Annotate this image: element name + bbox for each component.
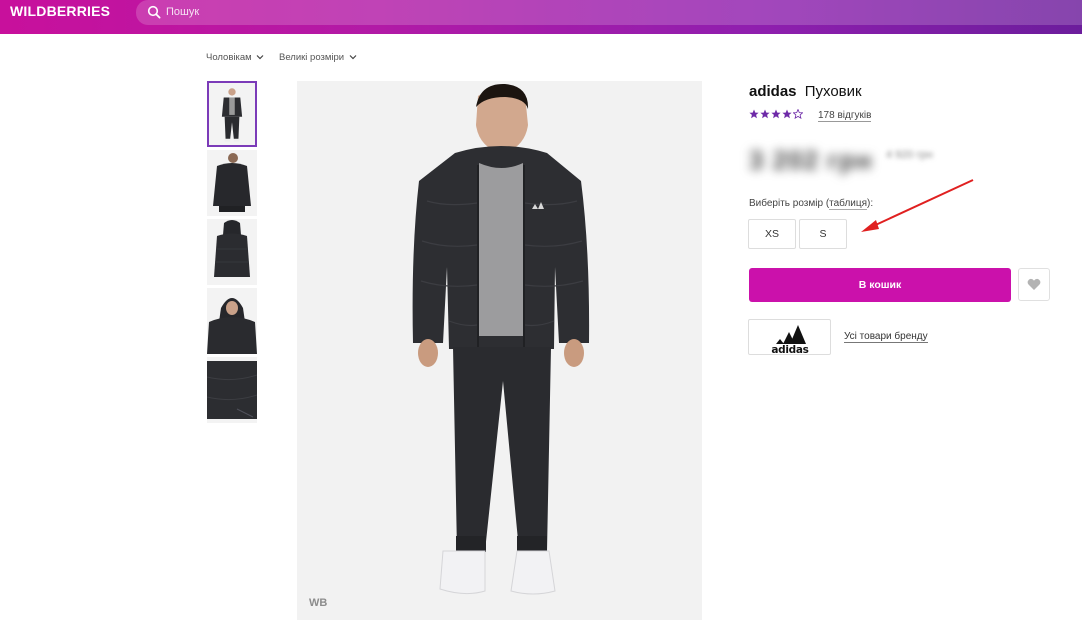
thumbnail-hood-image: [207, 288, 257, 354]
svg-text:adidas: adidas: [771, 344, 808, 356]
wildberries-logo[interactable]: WILDBERRIES: [10, 3, 110, 19]
search-input[interactable]: [166, 4, 566, 20]
wb-watermark: WB: [309, 597, 328, 609]
product-title: adidas Пуховик: [749, 83, 862, 100]
size-option-s[interactable]: S: [799, 219, 847, 249]
product-brand[interactable]: adidas: [749, 83, 797, 100]
brand-logo-adidas[interactable]: adidas: [748, 319, 831, 356]
thumbnail-back[interactable]: [207, 219, 257, 285]
star-icon: [793, 109, 803, 119]
thumbnail-detail[interactable]: [207, 357, 257, 423]
chevron-down-icon: [256, 55, 264, 60]
search-bar[interactable]: [136, 0, 1082, 25]
heart-icon: [1027, 278, 1041, 290]
thumbnail-front[interactable]: [207, 81, 257, 147]
star-icon: [749, 109, 759, 119]
size-option-xs[interactable]: XS: [748, 219, 796, 249]
thumbnail-side[interactable]: [207, 150, 257, 216]
menu-men[interactable]: Чоловікам: [206, 52, 264, 63]
current-price: 3 202 грн: [749, 145, 873, 175]
favorite-button[interactable]: [1018, 268, 1050, 301]
annotation-arrow: [861, 179, 974, 232]
thumbnail-detail-image: [207, 357, 257, 423]
thumbnail-hood[interactable]: [207, 288, 257, 354]
chevron-down-icon: [349, 55, 357, 60]
size-label-suffix: ):: [867, 198, 874, 209]
main-product-image[interactable]: WB: [297, 81, 702, 620]
thumbnail-front-image: [209, 83, 255, 145]
old-price: 4 920 грн: [886, 149, 933, 161]
all-brand-goods-link[interactable]: Усі товари бренду: [844, 331, 928, 343]
size-label: Виберіть розмір (таблиця):: [749, 198, 874, 210]
rating-stars: [749, 109, 804, 121]
star-icon: [782, 109, 792, 119]
star-icon: [760, 109, 770, 119]
thumbnail-back-image: [207, 219, 257, 285]
menu-men-label: Чоловікам: [206, 52, 252, 63]
model-in-jacket-image: [297, 81, 702, 620]
top-header: WILDBERRIES: [0, 0, 1082, 34]
star-icon: [771, 109, 781, 119]
size-label-text: Виберіть розмір (: [749, 198, 830, 209]
reviews-link[interactable]: 178 відгуків: [818, 110, 872, 122]
menu-large-sizes[interactable]: Великі розміри: [279, 52, 357, 63]
product-name: Пуховик: [804, 83, 862, 100]
add-to-cart-button[interactable]: В кошик: [749, 268, 1011, 302]
size-table-link[interactable]: таблиця: [829, 198, 868, 210]
search-icon[interactable]: [147, 5, 161, 19]
thumbnail-side-image: [207, 150, 257, 216]
adidas-logo-icon: adidas: [771, 325, 809, 356]
menu-large-sizes-label: Великі розміри: [279, 52, 345, 63]
